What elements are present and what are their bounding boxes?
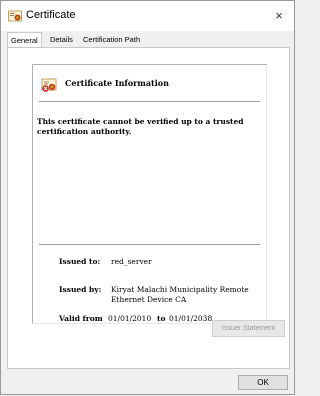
general-panel: Certificate Information This certificate… <box>7 47 290 369</box>
tab-certification-path[interactable]: Certification Path <box>80 33 143 47</box>
valid-from-label: Valid from <box>59 314 103 323</box>
certificate-icon <box>8 10 22 22</box>
issued-by-label: Issued by: <box>59 285 102 294</box>
close-button[interactable]: × <box>264 1 294 31</box>
certificate-dialog: Certificate × General Details Certificat… <box>0 0 295 395</box>
heading-divider <box>39 101 260 102</box>
valid-from-value: 01/01/2010 <box>108 314 152 323</box>
issued-to-label: Issued to: <box>59 257 101 266</box>
trust-warning-text: This certificate cannot be verified up t… <box>37 117 244 136</box>
issuer-statement-button[interactable]: Issuer Statement <box>212 320 285 337</box>
close-icon: × <box>275 8 283 23</box>
title-bar: Certificate × <box>1 1 294 31</box>
window-title: Certificate <box>26 9 76 21</box>
tab-details[interactable]: Details <box>47 33 76 47</box>
issued-to-value: red_server <box>111 257 152 266</box>
fields-divider <box>39 244 260 245</box>
valid-to-value: 01/01/2038 <box>169 314 213 323</box>
info-heading: Certificate Information <box>65 78 169 88</box>
certificate-info-box: Certificate Information This certificate… <box>32 64 267 324</box>
valid-to-label: to <box>157 314 166 323</box>
issued-by-value: Kiryat Malachi Municipality Remote Ether… <box>111 285 249 304</box>
ok-button[interactable]: OK <box>238 375 288 390</box>
certificate-warning-icon <box>41 78 57 92</box>
